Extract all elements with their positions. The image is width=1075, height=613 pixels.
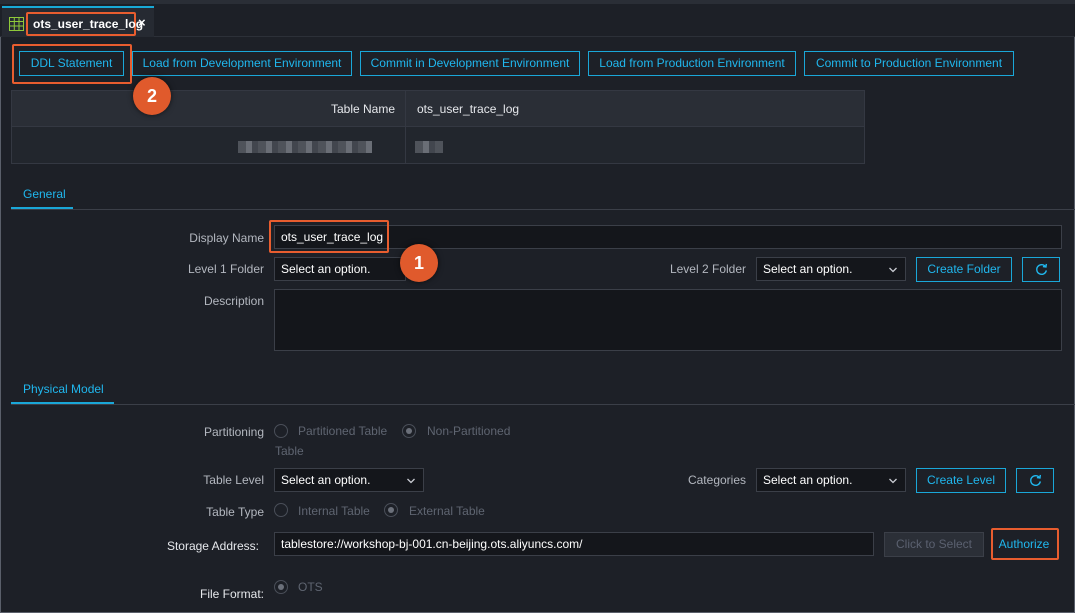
physical-divider <box>11 404 1075 405</box>
create-level-button[interactable]: Create Level <box>916 468 1006 493</box>
table-level-value: Select an option. <box>281 473 371 487</box>
tab-physical-model[interactable]: Physical Model <box>23 382 104 396</box>
authorize-button[interactable]: Authorize <box>994 532 1054 557</box>
blurred-label <box>238 141 372 153</box>
click-to-select-button[interactable]: Click to Select <box>884 532 984 557</box>
level1-folder-value: Select an option. <box>281 262 371 276</box>
info-divider <box>405 91 406 163</box>
table-name-label: Table Name <box>330 102 395 116</box>
table-level-select[interactable]: Select an option. <box>274 468 424 492</box>
create-folder-button[interactable]: Create Folder <box>916 257 1012 282</box>
external-table-option-label: External Table <box>409 504 485 518</box>
tab-bar: ots_user_trace_log × <box>0 4 1075 37</box>
refresh-icon <box>1036 263 1048 275</box>
description-textarea[interactable] <box>274 289 1062 351</box>
tab-general[interactable]: General <box>23 187 66 201</box>
refresh-icon <box>1030 474 1042 486</box>
ddl-statement-button[interactable]: DDL Statement <box>19 51 124 76</box>
categories-label: Categories <box>687 473 746 487</box>
table-name-value: ots_user_trace_log <box>417 102 520 116</box>
level2-folder-select[interactable]: Select an option. <box>756 257 906 281</box>
storage-address-label: Storage Address: <box>166 539 259 553</box>
tab-ots-user-trace-log[interactable]: ots_user_trace_log × <box>2 6 154 37</box>
description-label: Description <box>203 294 264 308</box>
display-name-label: Display Name <box>189 231 264 245</box>
level1-folder-select[interactable]: Select an option. <box>274 257 406 281</box>
load-from-development-button[interactable]: Load from Development Environment <box>132 51 352 76</box>
commit-in-development-button[interactable]: Commit in Development Environment <box>360 51 580 76</box>
display-name-input[interactable]: ots_user_trace_log <box>274 225 1062 249</box>
level2-folder-value: Select an option. <box>763 262 853 276</box>
close-icon[interactable]: × <box>138 15 146 30</box>
table-grid-icon <box>9 17 24 31</box>
ots-format-option-label: OTS <box>298 580 323 594</box>
external-table-radio[interactable] <box>384 503 398 517</box>
storage-address-input[interactable]: tablestore://workshop-bj-001.cn-beijing.… <box>274 532 874 556</box>
partitioned-option-label: Partitioned Table <box>298 424 388 438</box>
partitioning-label: Partitioning <box>203 425 264 439</box>
chevron-down-icon <box>407 478 415 484</box>
non-partitioned-radio[interactable] <box>402 424 416 438</box>
refresh-folder-button[interactable] <box>1022 257 1060 282</box>
ots-format-radio[interactable] <box>274 580 288 594</box>
general-divider <box>11 209 1075 210</box>
level2-folder-label: Level 2 Folder <box>669 262 746 276</box>
step-badge-1: 1 <box>400 244 438 282</box>
file-format-label: File Format: <box>199 587 264 601</box>
refresh-level-button[interactable] <box>1016 468 1054 493</box>
internal-table-option-label: Internal Table <box>298 504 370 518</box>
internal-table-radio[interactable] <box>274 503 288 517</box>
table-level-label: Table Level <box>203 473 264 487</box>
commit-to-production-button[interactable]: Commit to Production Environment <box>804 51 1014 76</box>
categories-value: Select an option. <box>763 473 853 487</box>
partitioned-radio[interactable] <box>274 424 288 438</box>
load-from-production-button[interactable]: Load from Production Environment <box>588 51 796 76</box>
non-partitioned-option-label: Non-Partitioned <box>427 424 511 438</box>
tab-title: ots_user_trace_log <box>26 12 143 36</box>
chevron-down-icon <box>889 267 897 273</box>
level1-folder-label: Level 1 Folder <box>187 262 264 276</box>
non-partitioned-option-label-cont: Table <box>275 444 304 458</box>
categories-select[interactable]: Select an option. <box>756 468 906 492</box>
step-badge-2: 2 <box>133 77 171 115</box>
blurred-value <box>415 141 443 153</box>
table-type-label: Table Type <box>206 505 264 519</box>
chevron-down-icon <box>889 478 897 484</box>
